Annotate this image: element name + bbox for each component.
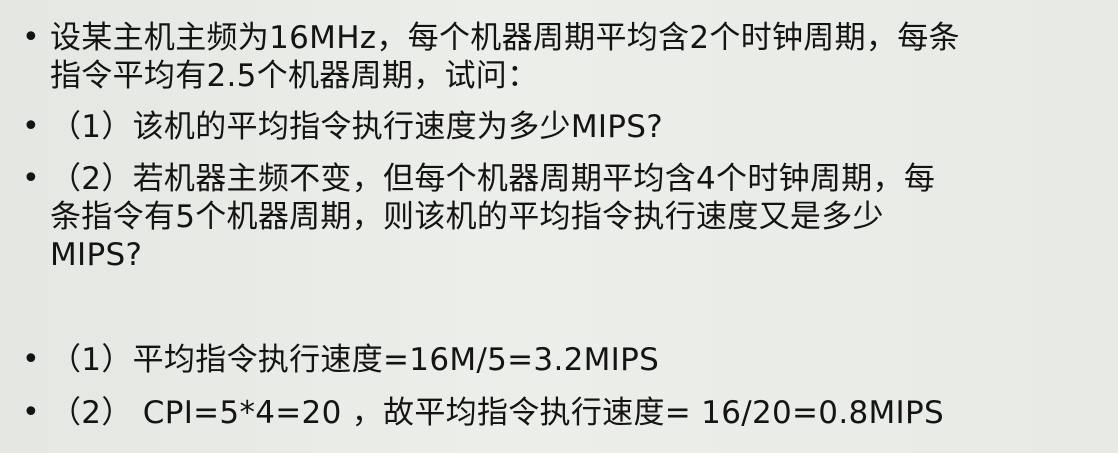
bullet-icon: • (22, 395, 40, 430)
question-intro-text: 设某主机主频为16MHz，每个机器周期平均含2个时钟周期，每条 指令平均有2.5… (50, 19, 960, 95)
answer-part2-item: • （2） CPI=5*4=20 ，故平均指令执行速度= 16/20=0.8MI… (22, 394, 944, 432)
question-part1-text: （1）该机的平均指令执行速度为多少MIPS? (50, 109, 664, 145)
question-intro-line: 指令平均有2.5个机器周期，试问： (50, 58, 539, 94)
answer-part2-text: （2） CPI=5*4=20 ，故平均指令执行速度= 16/20=0.8MIPS (50, 395, 944, 431)
slide: • 设某主机主频为16MHz，每个机器周期平均含2个时钟周期，每条 指令平均有2… (0, 0, 1118, 453)
question-intro-line: 设某主机主频为16MHz，每个机器周期平均含2个时钟周期，每条 (50, 20, 960, 56)
question-part2-text: （2）若机器主频不变，但每个机器周期平均含4个时钟周期，每 条指令有5个机器周期… (50, 160, 935, 274)
question-intro-item: • 设某主机主频为16MHz，每个机器周期平均含2个时钟周期，每条 指令平均有2… (22, 19, 960, 95)
question-part2-item: • （2）若机器主频不变，但每个机器周期平均含4个时钟周期，每 条指令有5个机器… (22, 160, 935, 274)
answer-part1-item: • （1）平均指令执行速度=16M/5=3.2MIPS (22, 341, 659, 379)
bullet-icon: • (22, 342, 40, 377)
question-part2-line: （2）若机器主频不变，但每个机器周期平均含4个时钟周期，每 (50, 161, 936, 197)
bullet-icon: • (22, 20, 40, 55)
question-part2-line: 条指令有5个机器周期，则该机的平均指令执行速度又是多少 (50, 199, 884, 235)
bullet-icon: • (22, 109, 40, 144)
bullet-icon: • (22, 161, 40, 196)
question-part2-line: MIPS? (50, 237, 143, 273)
answer-part1-text: （1）平均指令执行速度=16M/5=3.2MIPS (50, 342, 660, 378)
question-part1-item: • （1）该机的平均指令执行速度为多少MIPS? (22, 108, 663, 146)
